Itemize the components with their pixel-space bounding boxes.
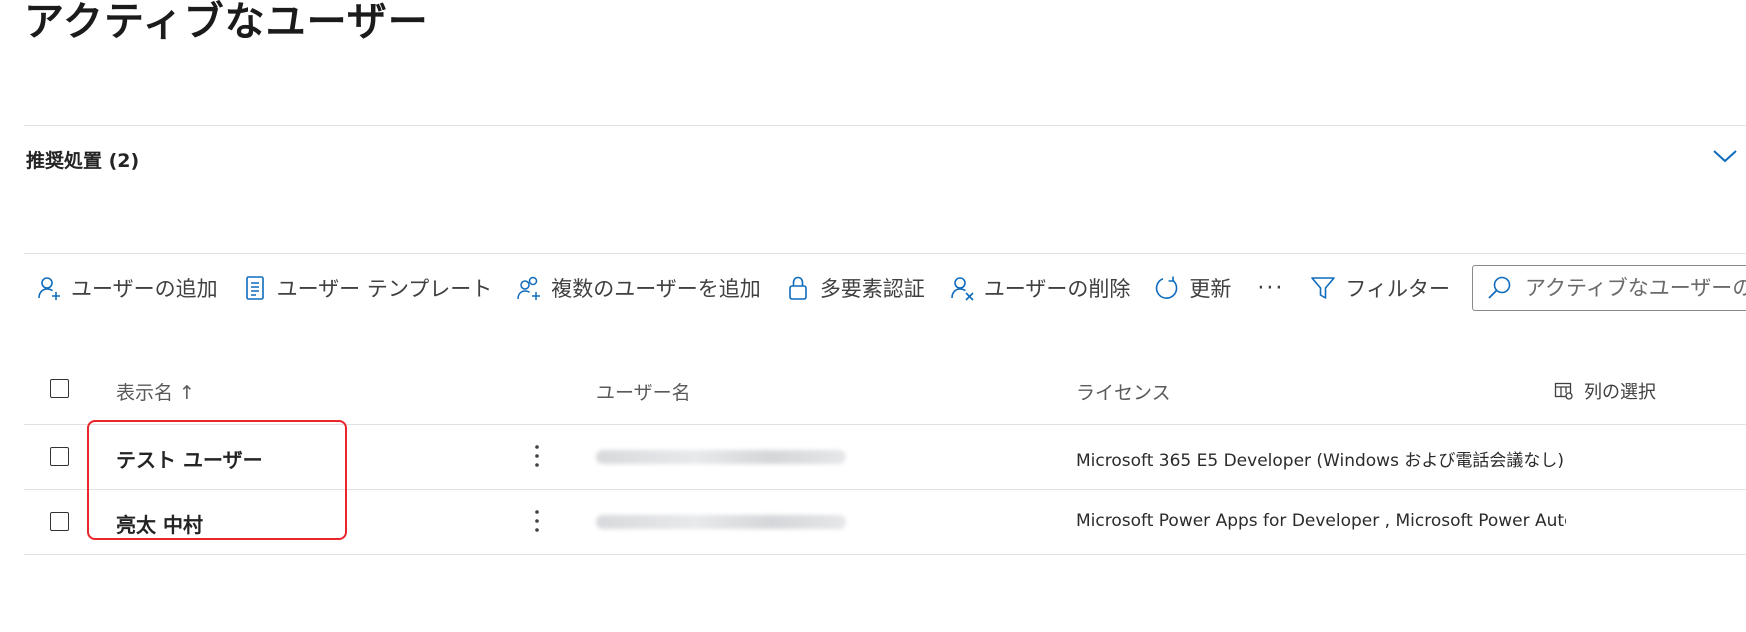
delete-user-label: ユーザーの削除 — [983, 277, 1131, 301]
column-picker-icon — [1554, 382, 1573, 400]
column-header-username[interactable]: ユーザー名 — [596, 378, 691, 405]
more-options-button[interactable]: ··· — [1243, 276, 1298, 301]
filter-icon — [1311, 277, 1336, 299]
mfa-button[interactable]: 多要素認証 — [773, 268, 937, 308]
page-title: アクティブなユーザー — [24, 0, 429, 45]
choose-columns-button[interactable]: 列の選択 — [1554, 378, 1656, 404]
chevron-down-icon[interactable] — [1712, 146, 1738, 166]
person-delete-icon — [951, 277, 974, 301]
people-add-icon — [517, 276, 541, 300]
recommendations-header[interactable]: 推奨処置 (2) — [26, 146, 139, 173]
more-vertical-icon[interactable] — [529, 441, 545, 471]
row-checkbox[interactable] — [50, 512, 69, 531]
search-input[interactable] — [1523, 275, 1746, 301]
add-user-button[interactable]: ユーザーの追加 — [24, 268, 230, 308]
display-name-cell[interactable]: 亮太 中村 — [116, 509, 203, 538]
display-name-cell[interactable]: テスト ユーザー — [116, 444, 263, 473]
refresh-label: 更新 — [1189, 277, 1232, 301]
more-vertical-icon[interactable] — [529, 506, 545, 536]
users-table: 表示名 ↑ ユーザー名 ライセンス 列の選択 テスト ユーザー Microsof… — [24, 368, 1746, 555]
username-cell-redacted — [596, 515, 846, 529]
lock-icon — [789, 276, 807, 300]
user-templates-label: ユーザー テンプレート — [276, 277, 493, 301]
mfa-label: 多要素認証 — [819, 277, 925, 301]
document-list-icon — [245, 276, 264, 300]
table-row[interactable]: 亮太 中村 Microsoft Power Apps for Developer… — [24, 490, 1746, 555]
license-cell: Microsoft Power Apps for Developer , Mic… — [1076, 511, 1566, 531]
row-checkbox[interactable] — [50, 447, 69, 466]
column-header-license[interactable]: ライセンス — [1076, 378, 1171, 405]
table-row[interactable]: テスト ユーザー Microsoft 365 E5 Developer (Win… — [24, 425, 1746, 490]
delete-user-button[interactable]: ユーザーの削除 — [937, 268, 1143, 308]
add-user-label: ユーザーの追加 — [71, 277, 218, 301]
search-box[interactable] — [1472, 265, 1746, 311]
license-cell: Microsoft 365 E5 Developer (Windows および電… — [1076, 451, 1564, 471]
divider — [24, 253, 1746, 254]
add-multiple-users-label: 複数のユーザーを追加 — [551, 277, 761, 301]
select-all-checkbox[interactable] — [50, 379, 69, 398]
divider — [24, 125, 1746, 126]
filter-label: フィルター — [1345, 277, 1450, 301]
refresh-button[interactable]: 更新 — [1142, 268, 1243, 308]
column-header-display-name[interactable]: 表示名 ↑ — [116, 378, 195, 405]
user-templates-button[interactable]: ユーザー テンプレート — [230, 268, 505, 308]
refresh-icon — [1156, 276, 1178, 299]
search-icon — [1488, 276, 1511, 299]
add-multiple-users-button[interactable]: 複数のユーザーを追加 — [504, 268, 773, 308]
username-cell-redacted — [596, 450, 846, 464]
filter-button[interactable]: フィルター — [1298, 268, 1462, 308]
choose-columns-label: 列の選択 — [1584, 382, 1656, 403]
person-add-icon — [38, 277, 60, 300]
table-header: 表示名 ↑ ユーザー名 ライセンス 列の選択 — [24, 368, 1746, 425]
